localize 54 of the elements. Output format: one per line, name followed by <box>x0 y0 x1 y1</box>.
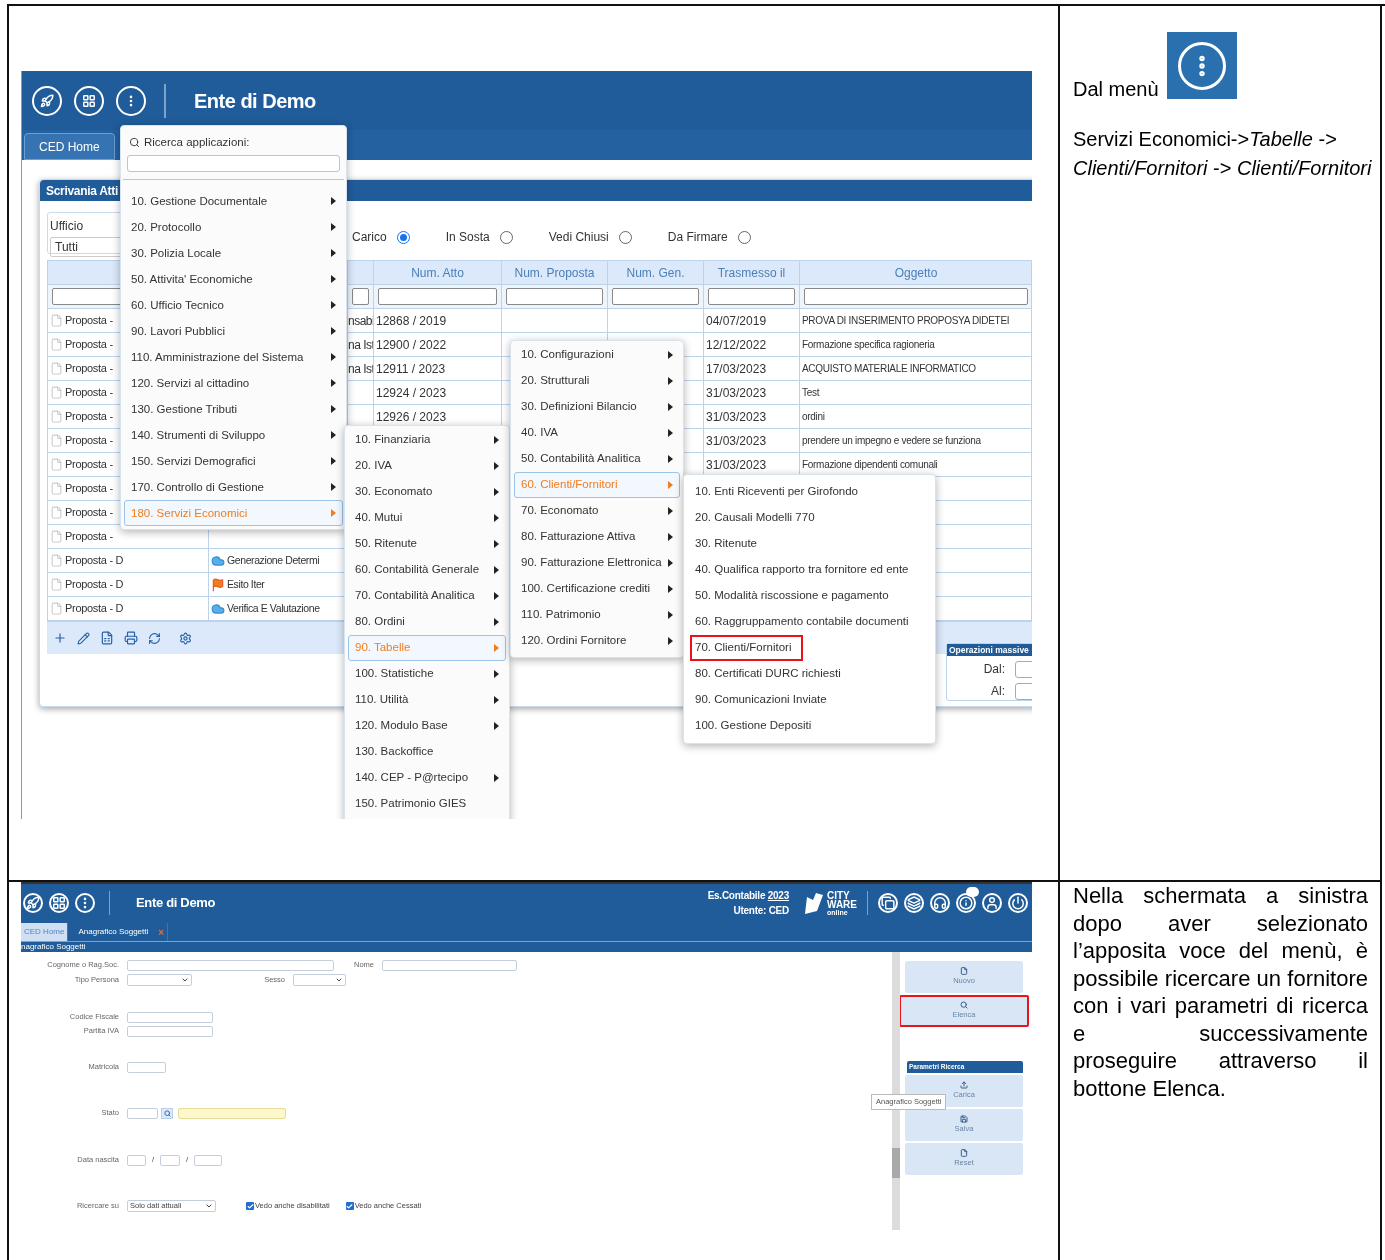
table-cell-text: Proposta - <box>65 385 113 401</box>
radio-label: In Sosta <box>445 229 490 246</box>
table-cell-text: 12/12/2022 <box>706 336 767 354</box>
app-title: Ente di Demo <box>136 894 216 913</box>
table-cell-text: prendere un impegno e vedere se funziona <box>802 434 981 448</box>
table-cell-text: nsabi <box>348 312 373 330</box>
instruction-text: Nella schermata a sinistra dopo aver selezionato l’apposita voce del menù, è possibile ricercare un fornitore con i vari parametri di ricerca e successivamente proseguire attraverso il bottone Elenca. <box>1073 882 1368 1102</box>
breadcrumb: nagrafico Soggetti <box>21 942 86 952</box>
table-cell-text: Proposta - <box>65 529 113 545</box>
table-cell-text: Formazione specifica ragioneria <box>802 338 935 352</box>
table-cell-text: Proposta - <box>65 481 113 497</box>
table-cell-text: Proposta - <box>65 505 113 521</box>
table-cell-text: 31/03/2023 <box>706 432 767 450</box>
user-text: Utente: CED <box>733 904 789 918</box>
table-cell-text: Generazione Determi <box>227 552 320 568</box>
fiscal-year-text: Es.Contabile 2023 <box>707 889 789 903</box>
table-cell-text: 12900 / 2022 <box>376 336 447 354</box>
table-cell-text: Proposta - D <box>65 577 124 593</box>
table-cell-text: Proposta - <box>65 361 113 377</box>
note-text: Dal menù <box>1073 77 1159 101</box>
table-cell-text: PROVA DI INSERIMENTO PROPOSYA DIDETEI <box>802 314 1010 328</box>
table-cell-text: ACQUISTO MATERIALE INFORMATICO <box>802 362 976 376</box>
table-cell-text: Formazione dipendenti comunali <box>802 458 938 472</box>
office-label: Ufficio <box>50 218 84 234</box>
search-label: Ricerca applicazioni: <box>144 135 250 150</box>
radio-label: Carico <box>352 229 387 246</box>
table-cell-text: 12911 / 2023 <box>376 360 446 378</box>
table-cell-text: Proposta - <box>65 313 113 329</box>
table-cell-text: 04/07/2019 <box>706 312 767 330</box>
radio-label: Da Firmare <box>667 229 728 246</box>
table-cell-text: Test <box>802 386 820 400</box>
table-cell-text: 12868 / 2019 <box>376 312 447 330</box>
table-cell-text: Proposta - D <box>65 601 124 617</box>
bulk-operations-title: Operazioni massive <box>947 644 1032 656</box>
table-cell-text: Esito Iter <box>227 576 265 592</box>
table-cell-text: 17/03/2023 <box>706 360 767 378</box>
field-label: Al: <box>991 683 1005 700</box>
menu-path-text: Servizi Economici->Tabelle -> Clienti/Fornitori -> Clienti/Fornitori <box>1073 127 1373 181</box>
field-label: Dal: <box>983 661 1005 678</box>
table-cell-text: Proposta - <box>65 337 113 353</box>
table-cell-text: 12926 / 2023 <box>376 408 447 426</box>
table-cell-text: Proposta - <box>65 457 113 473</box>
table-cell-text: Proposta - <box>65 409 113 425</box>
table-cell-text: 31/03/2023 <box>706 456 767 474</box>
table-cell-text: Verifica E Valutazione <box>227 600 320 616</box>
radio-label: Vedi Chiusi <box>548 229 609 246</box>
table-cell-text: 12924 / 2023 <box>376 384 447 402</box>
table-cell-text: 31/03/2023 <box>706 408 767 426</box>
table-cell-text: Proposta - D <box>65 553 124 569</box>
table-cell-text: ordini <box>802 410 825 424</box>
panel-title: Scrivania Atti <box>46 182 119 200</box>
table-cell-text: 31/03/2023 <box>706 384 767 402</box>
app-title: Ente di Demo <box>194 88 316 114</box>
table-cell-text: Proposta - <box>65 433 113 449</box>
